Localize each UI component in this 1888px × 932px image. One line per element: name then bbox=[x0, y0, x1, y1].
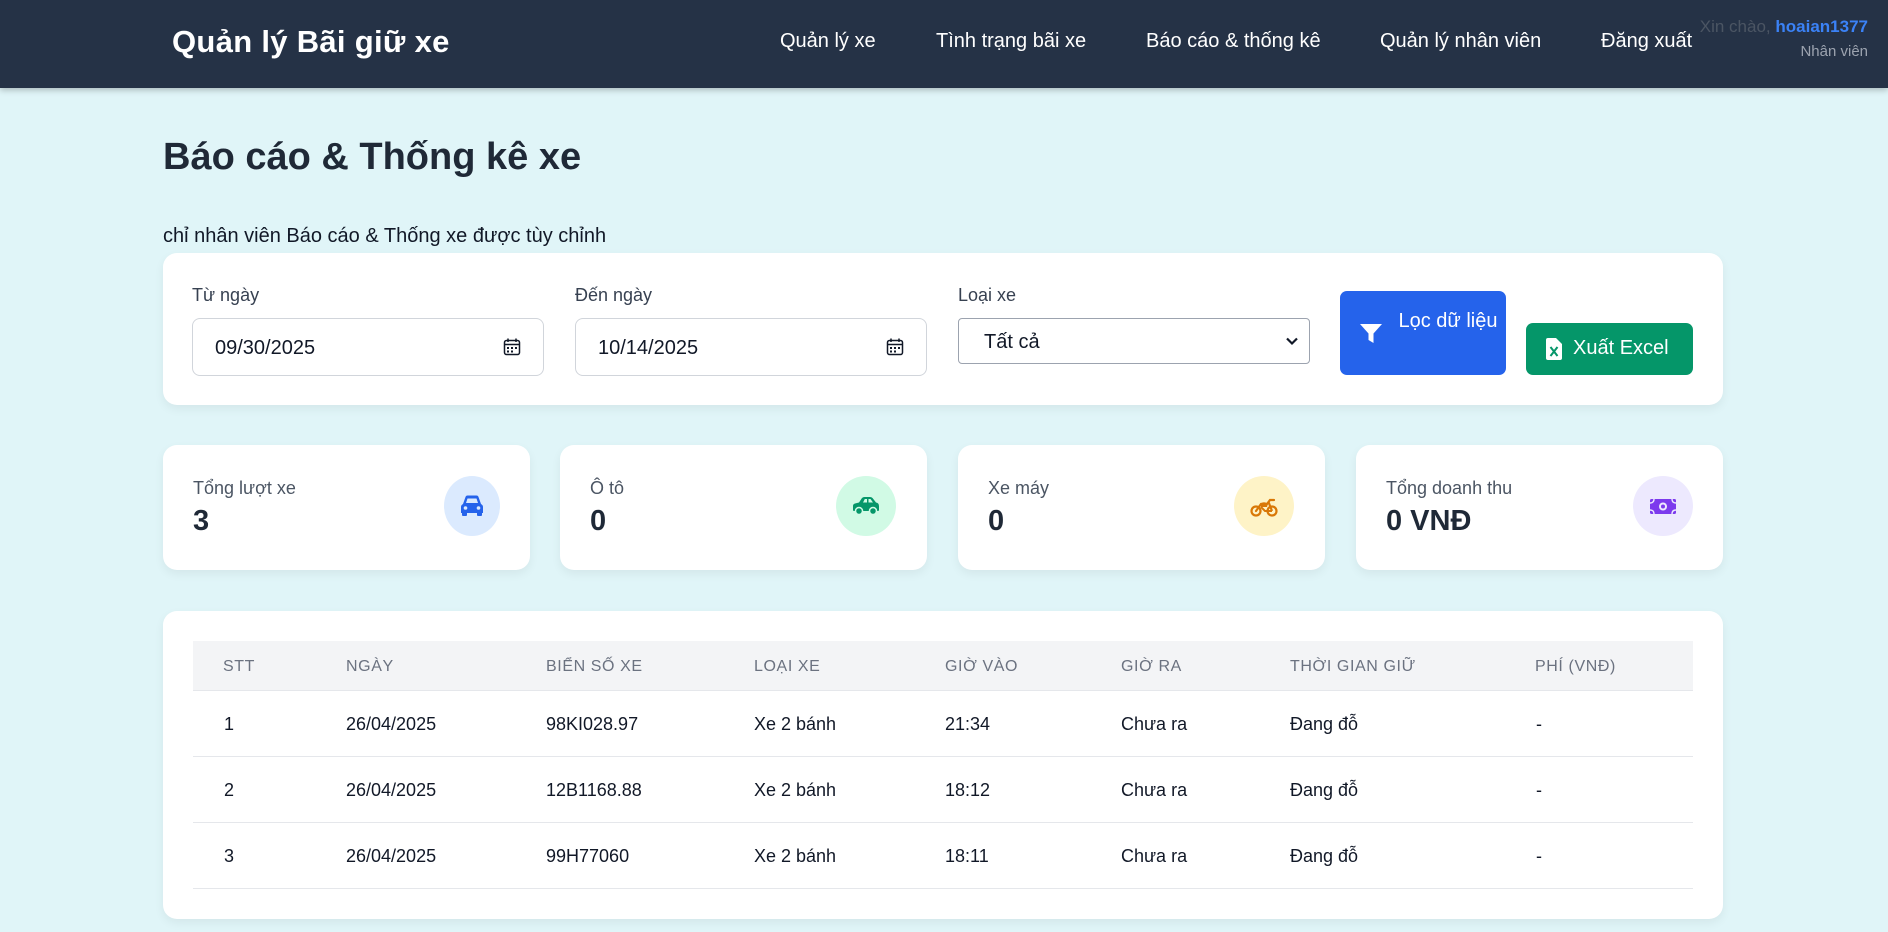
cell-fee: - bbox=[1536, 714, 1542, 734]
stat-icon-badge bbox=[444, 476, 500, 536]
stat-card-cars: Ô tô 0 bbox=[560, 445, 927, 570]
main-nav: Quản lý xe Tình trạng bãi xe Báo cáo & t… bbox=[0, 30, 1888, 60]
cell-vehicle-type: Xe 2 bánh bbox=[754, 846, 837, 866]
cell-plate: 98KI028.97 bbox=[546, 714, 639, 734]
from-date-value: 09/30/2025 bbox=[215, 337, 316, 359]
stat-card-total-vehicles: Tổng lượt xe 3 bbox=[163, 445, 530, 570]
filter-icon bbox=[1360, 324, 1382, 343]
stat-value: 0 bbox=[590, 505, 607, 537]
cell-duration: Đang đỗ bbox=[1290, 714, 1359, 734]
top-navbar: Quản lý Bãi giữ xe Quản lý xe Tình trạng… bbox=[0, 0, 1888, 88]
username[interactable]: hoaian1377 bbox=[1775, 17, 1868, 36]
money-icon bbox=[1649, 498, 1677, 515]
stat-label: Tổng lượt xe bbox=[193, 478, 296, 498]
to-date-label: Đến ngày bbox=[575, 285, 653, 305]
user-role: Nhân viên bbox=[1800, 43, 1868, 60]
car-front-icon bbox=[461, 495, 483, 516]
column-header-fee[interactable]: PHÍ (VNĐ) bbox=[1535, 658, 1616, 676]
column-header-time-in[interactable]: GIỜ VÀO bbox=[945, 658, 1018, 676]
stat-label: Xe máy bbox=[988, 478, 1050, 498]
column-header-date[interactable]: NGÀY bbox=[346, 658, 394, 676]
to-date-input[interactable]: 10/14/2025 bbox=[575, 318, 927, 376]
stat-card-revenue: Tổng doanh thu 0 VNĐ bbox=[1356, 445, 1723, 570]
chevron-down-icon bbox=[1286, 337, 1298, 346]
vehicle-type-select[interactable]: Tất cả bbox=[958, 318, 1310, 364]
cell-plate: 12B1168.88 bbox=[546, 780, 642, 800]
stat-icon-badge bbox=[1234, 476, 1294, 536]
cell-vehicle-type: Xe 2 bánh bbox=[754, 714, 837, 734]
vehicle-type-label: Loại xe bbox=[958, 285, 1017, 305]
from-date-label: Từ ngày bbox=[192, 285, 260, 305]
vehicle-type-value: Tất cả bbox=[984, 331, 1040, 353]
stat-icon-badge bbox=[1633, 476, 1693, 536]
column-header-stt[interactable]: STT bbox=[223, 658, 255, 676]
cell-date: 26/04/2025 bbox=[346, 846, 437, 866]
parking-records-table: STT NGÀY BIỂN SỐ XE LOẠI XE GIỜ VÀO GIỜ … bbox=[193, 641, 1693, 889]
column-header-time-out[interactable]: GIỜ RA bbox=[1121, 658, 1182, 676]
nav-item-parking-status[interactable]: Tình trạng bãi xe bbox=[936, 30, 1086, 53]
page-subtitle: chỉ nhân viên Báo cáo & Thống xe được tù… bbox=[163, 225, 607, 247]
cell-stt: 3 bbox=[224, 846, 235, 866]
cell-stt: 2 bbox=[224, 780, 235, 800]
page-title: Báo cáo & Thống kê xe bbox=[163, 136, 582, 178]
from-date-input[interactable]: 09/30/2025 bbox=[192, 318, 544, 376]
stat-value: 0 VNĐ bbox=[1386, 505, 1472, 537]
stat-value: 0 bbox=[988, 505, 1005, 537]
cell-date: 26/04/2025 bbox=[346, 714, 437, 734]
table-header: STT NGÀY BIỂN SỐ XE LOẠI XE GIỜ VÀO GIỜ … bbox=[193, 641, 1693, 691]
stat-value: 3 bbox=[193, 505, 210, 537]
column-header-duration[interactable]: THỜI GIAN GIỮ bbox=[1290, 658, 1416, 676]
nav-item-vehicle-management[interactable]: Quản lý xe bbox=[780, 30, 876, 53]
nav-item-staff-management[interactable]: Quản lý nhân viên bbox=[1380, 30, 1541, 53]
cell-time-in: 18:11 bbox=[945, 846, 989, 866]
cell-stt: 1 bbox=[224, 714, 235, 734]
table-row[interactable]: 1 26/04/2025 98KI028.97 Xe 2 bánh 21:34 … bbox=[193, 691, 1693, 757]
nav-item-logout[interactable]: Đăng xuất bbox=[1601, 30, 1692, 53]
export-excel-button[interactable]: Xuất Excel bbox=[1526, 323, 1693, 375]
cell-vehicle-type: Xe 2 bánh bbox=[754, 780, 837, 800]
to-date-value: 10/14/2025 bbox=[598, 337, 699, 359]
stat-icon-badge bbox=[836, 476, 896, 536]
export-excel-label: Xuất Excel bbox=[1573, 337, 1669, 359]
cell-date: 26/04/2025 bbox=[346, 780, 437, 800]
cell-duration: Đang đỗ bbox=[1290, 846, 1359, 866]
stat-label: Ô tô bbox=[590, 478, 625, 498]
cell-time-out: Chưa ra bbox=[1121, 780, 1188, 800]
parking-records-table-card: STT NGÀY BIỂN SỐ XE LOẠI XE GIỜ VÀO GIỜ … bbox=[163, 611, 1723, 919]
column-header-plate[interactable]: BIỂN SỐ XE bbox=[546, 658, 643, 676]
car-side-icon bbox=[853, 497, 879, 516]
nav-item-reports[interactable]: Báo cáo & thống kê bbox=[1146, 30, 1321, 53]
stat-card-motorbikes: Xe máy 0 bbox=[958, 445, 1325, 570]
table-row[interactable]: 3 26/04/2025 99H77060 Xe 2 bánh 18:11 Ch… bbox=[193, 823, 1693, 889]
user-greeting: Xin chào, hoaian1377 Nhân viên bbox=[1700, 17, 1868, 60]
filter-data-button[interactable]: Lọc dữ liệu bbox=[1340, 291, 1506, 375]
cell-duration: Đang đỗ bbox=[1290, 780, 1359, 800]
greeting-text: Xin chào, bbox=[1699, 17, 1771, 36]
filter-data-label: Lọc dữ liệu bbox=[1398, 310, 1498, 332]
excel-file-icon bbox=[1546, 338, 1562, 360]
calendar-icon[interactable] bbox=[503, 338, 521, 356]
cell-time-out: Chưa ra bbox=[1121, 846, 1188, 866]
stat-label: Tổng doanh thu bbox=[1386, 478, 1513, 498]
cell-time-out: Chưa ra bbox=[1121, 714, 1188, 734]
calendar-icon[interactable] bbox=[886, 338, 904, 356]
cell-plate: 99H77060 bbox=[546, 846, 630, 866]
cell-time-in: 21:34 bbox=[945, 714, 991, 734]
cell-time-in: 18:12 bbox=[945, 780, 991, 800]
table-row[interactable]: 2 26/04/2025 12B1168.88 Xe 2 bánh 18:12 … bbox=[193, 757, 1693, 823]
column-header-vehicle-type[interactable]: LOẠI XE bbox=[754, 658, 820, 676]
cell-fee: - bbox=[1536, 846, 1542, 866]
motorcycle-icon bbox=[1250, 498, 1278, 517]
cell-fee: - bbox=[1536, 780, 1542, 800]
